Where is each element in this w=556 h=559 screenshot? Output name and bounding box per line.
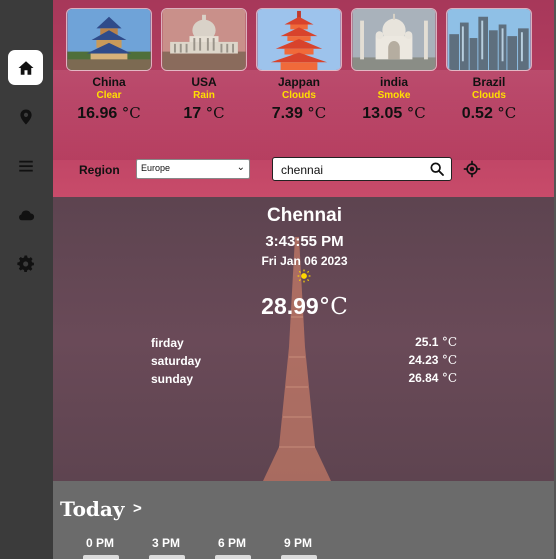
city-condition: Rain <box>193 90 215 101</box>
sidebar-item-settings[interactable] <box>8 246 43 281</box>
hour-condition-clipped <box>209 555 275 559</box>
forecast-day: saturday <box>151 354 202 368</box>
city-condition: Clouds <box>472 90 506 101</box>
skyline-image <box>447 9 531 70</box>
city-cards: China Clear 16.96 °C USA Rain 17 °C Japp… <box>66 8 532 124</box>
city-name: China <box>92 75 126 89</box>
gear-icon <box>16 254 34 272</box>
city-image-brazil <box>446 8 532 71</box>
menu-icon <box>18 160 33 172</box>
current-weather-panel: Chennai 3:43:55 PM Fri Jan 06 2023 28.99… <box>53 197 556 481</box>
city-condition: Smoke <box>377 90 411 101</box>
city-temp: 17 °C <box>183 104 225 122</box>
sidebar <box>0 0 53 559</box>
hourly-list: 0 PM 3 PM 6 PM 9 PM <box>77 536 341 550</box>
hour-label: 0 PM <box>86 536 115 550</box>
japan-pagoda-image <box>257 9 341 70</box>
forecast-day: firday <box>151 336 184 350</box>
hour-label: 3 PM <box>152 536 181 550</box>
sidebar-item-home[interactable] <box>8 50 43 85</box>
today-title: Today <box>60 497 125 521</box>
home-icon <box>18 60 33 75</box>
hour-condition-clipped <box>77 555 143 559</box>
sidebar-item-location[interactable] <box>8 99 43 134</box>
forecast-row: sunday 26.84 °C <box>151 371 457 389</box>
search-input-value: chennai <box>281 163 324 177</box>
current-temp: 28.99°C <box>261 293 348 320</box>
city-image-japan <box>256 8 342 71</box>
city-temp: 0.52 °C <box>461 104 517 122</box>
hour-label: 9 PM <box>284 536 313 550</box>
region-label: Region <box>79 163 120 177</box>
hour-condition-clipped <box>143 555 209 559</box>
city-temp: 7.39 °C <box>271 104 327 122</box>
city-card-china[interactable]: China Clear 16.96 °C <box>66 8 152 124</box>
controls-bar: Region Europe ⌄ chennai <box>53 157 556 182</box>
hour-condition-clipped <box>275 555 341 559</box>
pagoda-image <box>67 9 151 70</box>
crosshair-location-icon[interactable] <box>463 160 481 178</box>
capitol-image <box>162 9 246 70</box>
today-expand-button[interactable]: > <box>133 500 142 517</box>
city-name: USA <box>191 75 217 89</box>
city-name: Brazil <box>472 75 506 89</box>
forecast-day: sunday <box>151 372 194 386</box>
city-image-india <box>351 8 437 71</box>
city-card-brazil[interactable]: Brazil Clouds 0.52 °C <box>446 8 532 124</box>
forecast-temp: 26.84 °C <box>408 371 457 385</box>
search-icon[interactable] <box>429 161 445 177</box>
current-date: Fri Jan 06 2023 <box>261 254 348 268</box>
city-condition: Clouds <box>282 90 316 101</box>
city-condition: Clear <box>96 90 122 101</box>
forecast-list: firday 25.1 °C saturday 24.23 °C sunday … <box>151 335 457 389</box>
chevron-down-icon: ⌄ <box>236 162 245 173</box>
city-card-japan[interactable]: Jappan Clouds 7.39 °C <box>256 8 342 124</box>
region-select[interactable]: Europe ⌄ <box>136 159 250 179</box>
city-temp: 13.05 °C <box>362 104 426 122</box>
hour-label: 6 PM <box>218 536 247 550</box>
current-city-name: Chennai <box>267 205 342 226</box>
current-time: 3:43:55 PM <box>265 233 344 250</box>
cloud-icon <box>18 209 34 220</box>
sidebar-item-menu[interactable] <box>8 148 43 183</box>
sun-icon <box>297 269 311 283</box>
forecast-temp: 25.1 °C <box>415 335 457 349</box>
city-name: Jappan <box>277 75 320 89</box>
taj-mahal-image <box>352 9 436 70</box>
city-image-usa <box>161 8 247 71</box>
search-input[interactable]: chennai <box>272 157 452 181</box>
city-temp: 16.96 °C <box>77 104 141 122</box>
city-image-china <box>66 8 152 71</box>
location-pin-icon <box>19 109 32 124</box>
sidebar-item-cloud[interactable] <box>8 197 43 232</box>
top-band: China Clear 16.96 °C USA Rain 17 °C Japp… <box>53 0 556 197</box>
forecast-temp: 24.23 °C <box>408 353 457 367</box>
city-card-india[interactable]: india Smoke 13.05 °C <box>351 8 437 124</box>
city-name: india <box>379 75 408 89</box>
forecast-row: saturday 24.23 °C <box>151 353 457 371</box>
today-section: Today > 0 PM 3 PM 6 PM 9 PM <box>53 481 556 559</box>
city-card-usa[interactable]: USA Rain 17 °C <box>161 8 247 124</box>
region-select-value: Europe <box>141 163 171 173</box>
forecast-row: firday 25.1 °C <box>151 335 457 353</box>
hourly-condition-row <box>77 555 341 559</box>
